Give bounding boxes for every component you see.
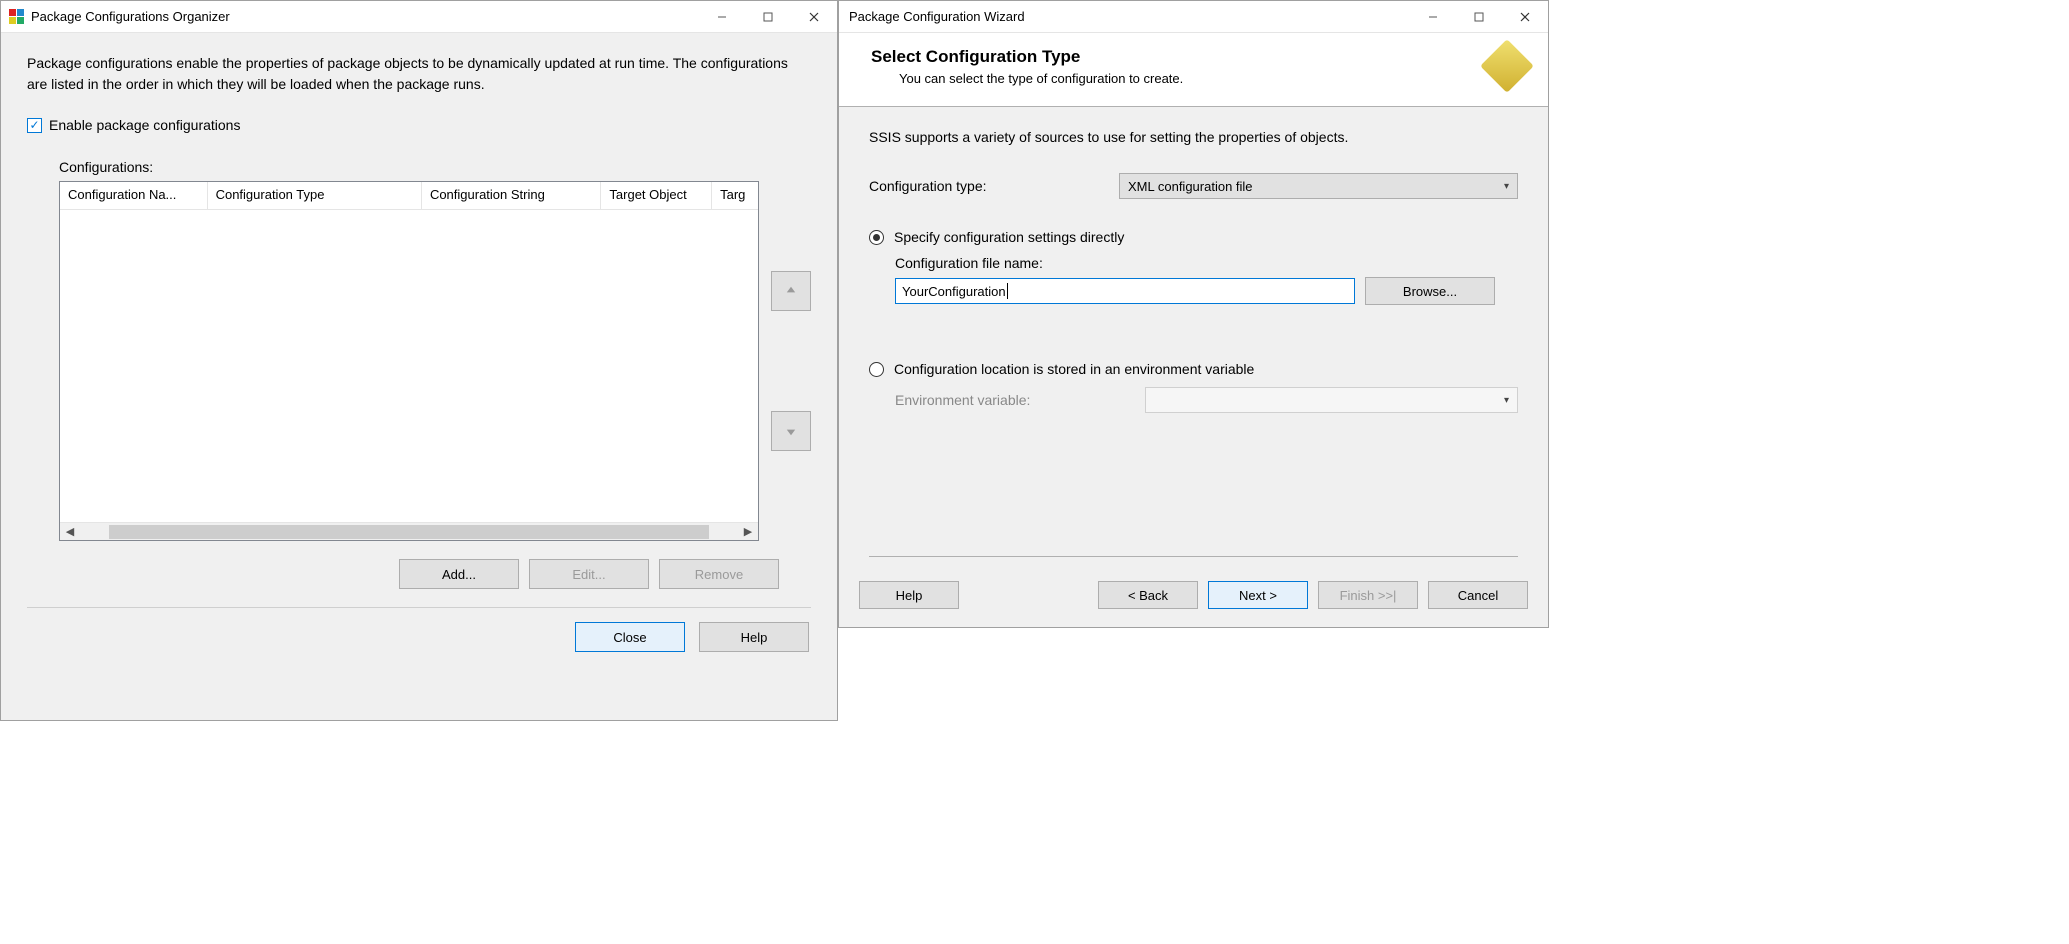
organizer-body: Package configurations enable the proper… (1, 33, 837, 720)
table-body (60, 210, 758, 522)
config-type-value: XML configuration file (1128, 179, 1253, 194)
chevron-down-icon: ▾ (1504, 181, 1509, 192)
organizer-title: Package Configurations Organizer (25, 9, 699, 24)
table-header: Configuration Na... Configuration Type C… (60, 182, 758, 210)
separator (27, 607, 811, 608)
wizard-help-button[interactable]: Help (859, 581, 959, 609)
radio-direct-label: Specify configuration settings directly (894, 229, 1124, 245)
enable-configs-checkbox[interactable] (27, 118, 42, 133)
radio-direct-row[interactable]: Specify configuration settings directly (869, 229, 1518, 245)
help-button[interactable]: Help (699, 622, 809, 652)
wizard-title: Package Configuration Wizard (847, 9, 1410, 24)
wizard-buttons: Help < Back Next > Finish >>| Cancel (839, 581, 1548, 627)
move-down-button[interactable] (771, 411, 811, 451)
config-type-row: Configuration type: XML configuration fi… (869, 173, 1518, 199)
enable-configs-row[interactable]: Enable package configurations (27, 117, 811, 133)
radio-direct[interactable] (869, 230, 884, 245)
reorder-buttons (771, 181, 811, 541)
browse-button[interactable]: Browse... (1365, 277, 1495, 305)
close-button[interactable] (791, 1, 837, 32)
enable-configs-label: Enable package configurations (49, 117, 240, 133)
window-controls (699, 1, 837, 32)
scroll-left-icon[interactable]: ◀ (62, 525, 78, 538)
radio-env[interactable] (869, 362, 884, 377)
minimize-button[interactable] (1410, 1, 1456, 32)
add-button[interactable]: Add... (399, 559, 519, 589)
minimize-button[interactable] (699, 1, 745, 32)
col-config-type[interactable]: Configuration Type (208, 182, 422, 209)
config-type-dropdown[interactable]: XML configuration file ▾ (1119, 173, 1518, 199)
col-config-name[interactable]: Configuration Na... (60, 182, 208, 209)
app-icon (9, 9, 25, 25)
direct-settings-group: Configuration file name: YourConfigurati… (895, 255, 1518, 305)
wizard-intro: SSIS supports a variety of sources to us… (869, 129, 1518, 145)
configurations-table[interactable]: Configuration Na... Configuration Type C… (59, 181, 759, 541)
organizer-titlebar[interactable]: Package Configurations Organizer (1, 1, 837, 33)
wizard-icon (1488, 47, 1526, 85)
background (1549, 0, 2069, 944)
col-target-object[interactable]: Target Object (601, 182, 712, 209)
file-name-input[interactable]: YourConfiguration (895, 278, 1355, 304)
close-button[interactable] (1502, 1, 1548, 32)
env-var-label: Environment variable: (895, 392, 1145, 408)
radio-env-label: Configuration location is stored in an e… (894, 361, 1254, 377)
move-up-button[interactable] (771, 271, 811, 311)
wizard-body: Select Configuration Type You can select… (839, 33, 1548, 627)
config-type-label: Configuration type: (869, 178, 1119, 194)
horizontal-scrollbar[interactable]: ◀ ▶ (60, 522, 758, 540)
edit-button[interactable]: Edit... (529, 559, 649, 589)
config-action-buttons: Add... Edit... Remove (27, 559, 779, 589)
wizard-titlebar[interactable]: Package Configuration Wizard (839, 1, 1548, 33)
env-var-row: Environment variable: ▾ (895, 387, 1518, 413)
back-button[interactable]: < Back (1098, 581, 1198, 609)
radio-env-row[interactable]: Configuration location is stored in an e… (869, 361, 1518, 377)
maximize-button[interactable] (745, 1, 791, 32)
organizer-window: Package Configurations Organizer Package… (0, 0, 838, 721)
wizard-header-subtitle: You can select the type of configuration… (871, 71, 1183, 86)
wizard-header-title: Select Configuration Type (871, 47, 1183, 67)
wizard-header: Select Configuration Type You can select… (839, 33, 1548, 107)
maximize-button[interactable] (1456, 1, 1502, 32)
close-button-dialog[interactable]: Close (575, 622, 685, 652)
scroll-track[interactable] (109, 525, 709, 539)
finish-button[interactable]: Finish >>| (1318, 581, 1418, 609)
window-controls (1410, 1, 1548, 32)
chevron-down-icon: ▾ (1504, 395, 1509, 406)
col-config-string[interactable]: Configuration String (422, 182, 601, 209)
cancel-button[interactable]: Cancel (1428, 581, 1528, 609)
scroll-right-icon[interactable]: ▶ (740, 525, 756, 538)
env-var-dropdown: ▾ (1145, 387, 1518, 413)
next-button[interactable]: Next > (1208, 581, 1308, 609)
wizard-separator (869, 556, 1518, 557)
organizer-intro: Package configurations enable the proper… (27, 53, 811, 95)
text-caret (1007, 283, 1008, 299)
col-target[interactable]: Targ (712, 182, 758, 209)
file-name-value: YourConfiguration (902, 284, 1006, 299)
wizard-window: Package Configuration Wizard Select Conf… (838, 0, 1549, 628)
configurations-label: Configurations: (59, 159, 811, 175)
remove-button[interactable]: Remove (659, 559, 779, 589)
dialog-buttons: Close Help (27, 622, 811, 652)
file-name-label: Configuration file name: (895, 255, 1145, 271)
